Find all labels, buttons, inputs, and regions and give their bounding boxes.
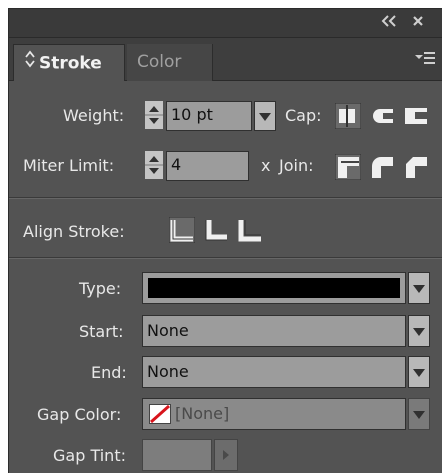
start-select[interactable]: None	[142, 315, 406, 347]
close-icon[interactable]	[411, 14, 425, 32]
start-dropdown[interactable]	[408, 315, 430, 347]
stroke-panel: Stroke Color Weight: 10 pt Cap: Miter Li…	[8, 8, 442, 473]
gap-tint-label: Gap Tint:	[53, 446, 126, 465]
gap-color-label: Gap Color:	[37, 405, 122, 424]
section-divider	[9, 197, 442, 199]
tab-color-label: Color	[137, 52, 182, 72]
panel-menu-icon[interactable]	[414, 49, 436, 69]
gap-tint-slider-button[interactable]	[214, 439, 238, 471]
type-label: Type:	[79, 279, 122, 298]
projecting-cap-icon[interactable]	[403, 103, 429, 129]
miter-limit-input[interactable]: 4	[166, 151, 249, 181]
weight-stepper[interactable]	[145, 101, 163, 129]
align-outside-icon[interactable]	[237, 217, 263, 243]
gap-color-value: [None]	[175, 404, 230, 423]
updown-arrows-icon	[24, 45, 36, 82]
gap-color-dropdown[interactable]	[408, 398, 430, 430]
tab-stroke-label: Stroke	[39, 53, 102, 74]
round-cap-icon[interactable]	[369, 103, 395, 129]
gap-color-select[interactable]: [None]	[142, 398, 406, 430]
panel-titlebar	[9, 9, 442, 38]
align-inside-icon[interactable]	[203, 217, 229, 243]
weight-label: Weight:	[63, 106, 125, 125]
weight-dropdown[interactable]	[254, 101, 276, 131]
double-chevron-left-icon[interactable]	[381, 14, 397, 32]
align-center-icon[interactable]	[168, 216, 196, 244]
start-label: Start:	[79, 322, 124, 341]
type-select[interactable]	[142, 272, 406, 304]
miter-join-icon[interactable]	[334, 153, 362, 181]
weight-input[interactable]: 10 pt	[166, 101, 252, 131]
end-select[interactable]: None	[142, 356, 406, 388]
gap-tint-input[interactable]	[142, 439, 212, 471]
bevel-join-icon[interactable]	[403, 154, 429, 180]
type-dropdown[interactable]	[408, 272, 430, 304]
join-label: Join:	[279, 156, 314, 175]
miter-suffix: x	[261, 156, 271, 175]
miter-limit-label: Miter Limit:	[23, 156, 115, 175]
butt-cap-icon[interactable]	[334, 102, 362, 130]
none-swatch-icon	[149, 404, 171, 434]
miter-stepper[interactable]	[145, 151, 163, 179]
end-label: End:	[91, 363, 127, 382]
tab-color[interactable]: Color	[127, 44, 213, 81]
align-stroke-label: Align Stroke:	[23, 222, 125, 241]
cap-label: Cap:	[285, 106, 322, 125]
end-dropdown[interactable]	[408, 356, 430, 388]
panel-tabbar: Stroke Color	[9, 38, 442, 81]
round-join-icon[interactable]	[369, 154, 395, 180]
section-divider	[9, 257, 442, 259]
tab-stroke[interactable]: Stroke	[13, 44, 125, 81]
stroke-type-swatch	[148, 278, 400, 298]
